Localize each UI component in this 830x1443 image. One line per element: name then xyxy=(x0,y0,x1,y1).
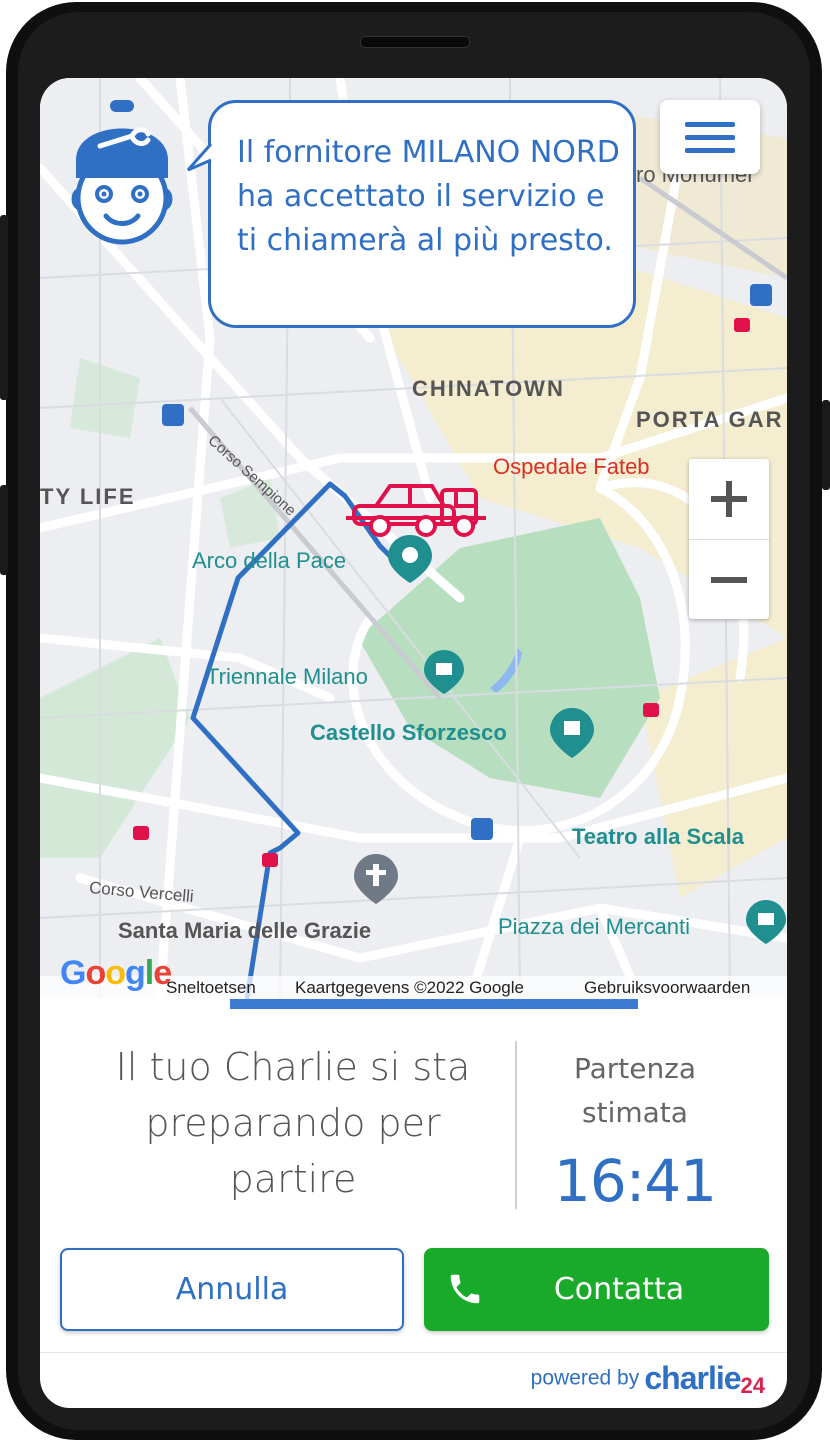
status-message: Il tuo Charlie si sta preparando per par… xyxy=(115,1045,471,1201)
bubble-tail xyxy=(186,143,213,172)
train-station-icon xyxy=(471,818,493,840)
map-label-district: TY LIFE xyxy=(40,484,136,509)
eta-time: 16:41 xyxy=(553,1147,717,1215)
map-label-poi: Arco della Pace xyxy=(192,548,347,573)
phone-icon xyxy=(450,1274,480,1304)
metro-station-icon xyxy=(133,826,149,840)
map-label-district: CHINATOWN xyxy=(412,376,565,401)
zoom-out-button[interactable] xyxy=(689,539,769,620)
map-label-poi: Piazza dei Mercanti xyxy=(498,914,690,939)
brand-logo-number: 24 xyxy=(740,1373,765,1398)
phone-speaker xyxy=(360,36,470,48)
zoom-in-button[interactable] xyxy=(689,459,769,539)
powered-by: powered by charlie24 xyxy=(531,1360,765,1400)
brand-logo-text: charlie xyxy=(644,1360,741,1396)
powered-by-text: powered by xyxy=(530,1366,640,1390)
train-station-icon xyxy=(750,284,772,306)
progress-bar xyxy=(230,999,638,1009)
map-data-credit[interactable]: Kaartgegevens ©2022 Google xyxy=(295,978,524,998)
phone-side-button xyxy=(822,400,830,490)
status-panel: Il tuo Charlie si sta preparando per par… xyxy=(40,1009,787,1249)
map-label-poi: Ospedale Fateb xyxy=(493,454,650,479)
assistant-message-text: Il fornitore MILANO NORD ha accettato il… xyxy=(237,135,620,258)
map-label-poi: Santa Maria delle Grazie xyxy=(118,918,372,943)
assistant-message-bubble: Il fornitore MILANO NORD ha accettato il… xyxy=(208,100,636,328)
eta-label: Partenza stimata xyxy=(573,1052,697,1129)
keyboard-shortcuts-link[interactable]: Sneltoetsen xyxy=(166,978,256,998)
metro-station-icon xyxy=(262,853,278,867)
contact-button[interactable]: Contatta xyxy=(424,1248,769,1331)
menu-button[interactable] xyxy=(660,100,760,174)
map-label-poi: Castello Sforzesco xyxy=(310,720,507,745)
google-logo: Google xyxy=(60,954,172,992)
app-screen: CHINATOWN PORTA GAR Ospedale Fateb TY LI… xyxy=(40,78,787,1408)
mechanic-avatar-icon xyxy=(70,98,176,246)
map-zoom-controls xyxy=(689,459,769,619)
metro-station-icon xyxy=(643,703,659,717)
train-station-icon xyxy=(162,404,184,426)
metro-station-icon xyxy=(734,318,750,332)
contact-button-label: Contatta xyxy=(553,1272,685,1307)
map-label-district: PORTA GAR xyxy=(636,407,784,432)
phone-side-button xyxy=(0,215,8,400)
map-label-poi: Triennale Milano xyxy=(206,664,368,689)
terms-link[interactable]: Gebruiksvoorwaarden xyxy=(584,978,750,998)
phone-side-button xyxy=(0,485,8,575)
cancel-button[interactable]: Annulla xyxy=(60,1248,404,1331)
map-label-poi: Teatro alla Scala xyxy=(572,824,745,849)
divider xyxy=(515,1041,517,1209)
footer-divider xyxy=(40,1352,787,1353)
